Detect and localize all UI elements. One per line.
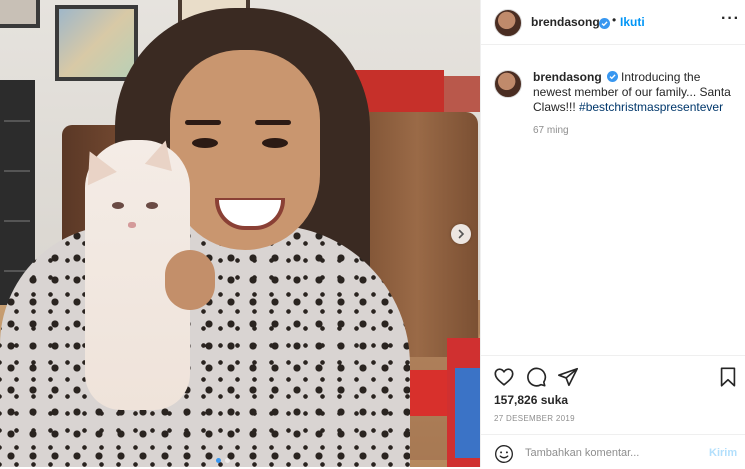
caption-time-ago: 67 ming bbox=[533, 125, 569, 136]
post-header: brendasong • Ikuti ··· bbox=[481, 0, 745, 45]
gift-box bbox=[444, 76, 480, 112]
caption-username[interactable]: brendasong bbox=[533, 70, 602, 84]
post-side-panel: brendasong • Ikuti ··· brendasong Introd… bbox=[480, 0, 745, 467]
post-date: 27 DESEMBER 2019 bbox=[494, 414, 575, 423]
emoji-button[interactable] bbox=[494, 444, 514, 464]
wall-frame bbox=[55, 5, 138, 81]
post-actions: 157,826 suka 27 DESEMBER 2019 Kirim bbox=[481, 355, 745, 468]
person-brow bbox=[255, 120, 291, 125]
avatar[interactable] bbox=[494, 9, 522, 37]
chevron-right-icon bbox=[458, 229, 465, 239]
kitten-eye bbox=[146, 202, 158, 209]
share-icon bbox=[558, 367, 578, 387]
post-photo[interactable] bbox=[0, 0, 480, 467]
post-comment-button[interactable]: Kirim bbox=[709, 447, 737, 459]
person-hand bbox=[165, 250, 215, 310]
header-username[interactable]: brendasong bbox=[531, 15, 600, 29]
wall-frame bbox=[0, 0, 40, 28]
carousel-next-button[interactable] bbox=[451, 224, 471, 244]
header-separator: • bbox=[612, 13, 617, 27]
share-button[interactable] bbox=[557, 366, 579, 388]
save-button[interactable] bbox=[717, 366, 739, 388]
verified-badge-icon bbox=[596, 15, 610, 33]
emoji-icon bbox=[495, 445, 513, 463]
like-button[interactable] bbox=[493, 366, 515, 388]
gift-box bbox=[447, 338, 480, 467]
heart-icon bbox=[494, 368, 514, 386]
comment-icon bbox=[527, 367, 547, 387]
verified-badge-icon bbox=[606, 71, 618, 82]
carousel-indicator bbox=[216, 458, 230, 463]
person-brow bbox=[185, 120, 221, 125]
carousel-dot bbox=[225, 458, 230, 463]
comment-button[interactable] bbox=[525, 366, 547, 388]
like-count[interactable]: 157,826 suka bbox=[494, 393, 568, 407]
follow-button[interactable]: Ikuti bbox=[620, 15, 645, 29]
caption-hashtag[interactable]: #bestchristmaspresentever bbox=[579, 100, 723, 114]
person-eye bbox=[192, 138, 218, 148]
comment-input[interactable] bbox=[525, 444, 695, 462]
kitten-eye bbox=[112, 202, 124, 209]
caption-avatar[interactable] bbox=[494, 70, 522, 98]
kitten-nose bbox=[128, 222, 136, 228]
person-eye bbox=[262, 138, 288, 148]
more-options-icon[interactable]: ··· bbox=[721, 10, 740, 28]
bookmark-icon bbox=[720, 367, 736, 387]
comment-bar: Kirim bbox=[481, 434, 745, 469]
gift-box bbox=[405, 370, 447, 416]
post-caption: brendasong Introducing the newest member… bbox=[533, 70, 733, 115]
carousel-dot-active bbox=[216, 458, 221, 463]
